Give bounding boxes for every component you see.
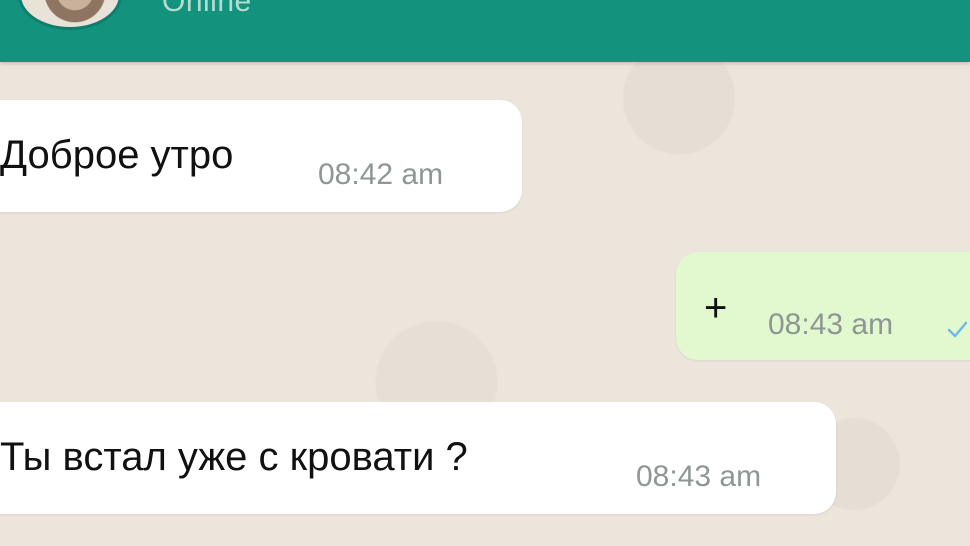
message-time: 08:43 am	[636, 460, 762, 493]
message-text: +	[704, 286, 728, 330]
chat-header: Online	[0, 0, 970, 62]
message-time: 08:42 am	[318, 158, 444, 191]
message-text: Доброе утро	[0, 133, 234, 177]
message-bubble-incoming[interactable]: Доброе утро 08:42 am	[0, 100, 522, 212]
contact-avatar[interactable]	[18, 0, 122, 30]
message-text: Ты встал уже с кровати ?	[0, 435, 468, 479]
message-time: 08:43 am	[768, 308, 894, 341]
check-icon	[947, 321, 968, 338]
message-bubble-incoming[interactable]: Ты встал уже с кровати ? 08:43 am	[0, 402, 836, 514]
message-bubble-outgoing[interactable]: + 08:43 am	[676, 252, 970, 360]
contact-status: Online	[162, 0, 252, 18]
